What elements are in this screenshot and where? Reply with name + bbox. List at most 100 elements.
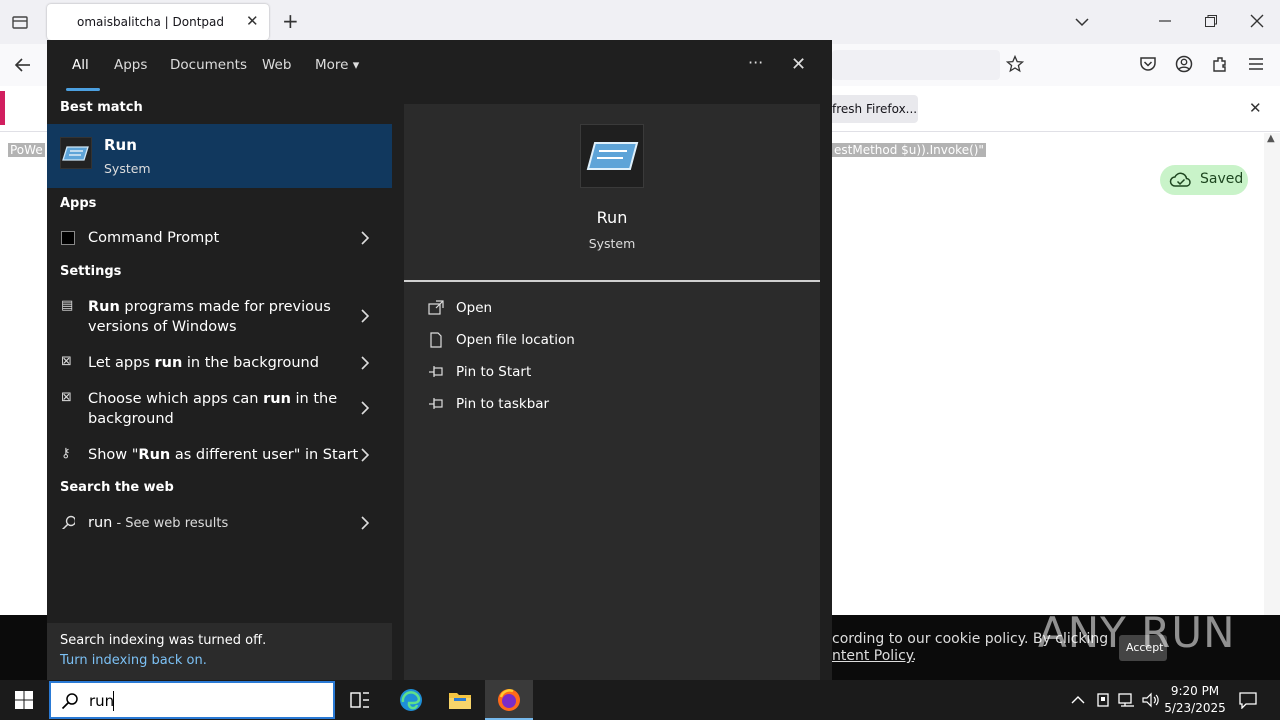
setting-choose-label: Choose which apps can run in the backgrou… xyxy=(88,391,338,427)
code-text-right: estMethod $u)).Invoke()" xyxy=(832,143,986,157)
start-search-panel: All Apps Documents Web More ▾ ··· ✕ Best… xyxy=(47,40,832,680)
code-text-left: PoWe xyxy=(8,143,45,157)
pin-icon xyxy=(429,398,443,409)
cloud-check-icon xyxy=(1169,172,1191,187)
action-pin-start-label: Pin to Start xyxy=(456,364,532,380)
indexing-notice: Search indexing was turned off. Turn ind… xyxy=(47,623,392,680)
edge-icon[interactable] xyxy=(399,688,423,712)
refresh-firefox-button[interactable]: fresh Firefox... xyxy=(820,95,918,123)
search-filter-tabs: All Apps Documents Web More ▾ ··· ✕ xyxy=(47,40,832,92)
saved-label: Saved xyxy=(1200,171,1244,187)
chevron-right-icon[interactable] xyxy=(360,401,370,415)
tab-documents[interactable]: Documents xyxy=(170,57,247,73)
tab-all[interactable]: All xyxy=(72,57,89,73)
chevron-right-icon[interactable] xyxy=(360,516,370,530)
more-options-icon[interactable]: ··· xyxy=(748,53,763,72)
action-pin-taskbar-label: Pin to taskbar xyxy=(456,396,550,412)
web-result-label: run - See web results xyxy=(88,515,229,531)
chevron-right-icon[interactable] xyxy=(360,309,370,323)
indexing-notice-text: Search indexing was turned off. xyxy=(60,633,267,648)
preview-subtitle: System xyxy=(588,236,636,251)
close-notification-icon[interactable]: ✕ xyxy=(1249,99,1262,117)
preview-title: Run xyxy=(596,208,628,227)
close-search-icon[interactable]: ✕ xyxy=(791,54,806,75)
setting-item-compat[interactable]: ▤ Run programs made for previous versions… xyxy=(47,295,392,337)
text-caret xyxy=(113,691,114,711)
file-location-icon xyxy=(430,332,442,348)
settings-heading: Settings xyxy=(60,264,122,279)
setting-bg-label: Let apps run in the background xyxy=(88,355,319,371)
list-tabs-chevron-icon[interactable] xyxy=(1074,14,1090,30)
best-match-subtitle: System xyxy=(104,161,151,176)
tab-web[interactable]: Web xyxy=(262,57,291,73)
tab-more[interactable]: More ▾ xyxy=(315,57,359,73)
tab-apps[interactable]: Apps xyxy=(114,57,147,73)
best-match-result[interactable]: Run System xyxy=(47,124,392,188)
preview-pane: Run System Open Open file location Pin t… xyxy=(404,104,820,680)
chevron-right-icon[interactable] xyxy=(360,356,370,370)
app-item-label: Command Prompt xyxy=(88,230,220,246)
web-result-item[interactable]: run - See web results xyxy=(47,511,392,535)
browser-tab[interactable]: omaisbalitcha | Dontpad ✕ xyxy=(47,4,269,40)
setting-item-run-as[interactable]: ⚷ Show "Run as different user" in Start xyxy=(47,443,392,467)
watermark-logo: ANY RUN xyxy=(1038,608,1236,657)
extensions-icon[interactable] xyxy=(1211,55,1229,73)
minimize-icon[interactable] xyxy=(1158,14,1172,28)
file-explorer-icon[interactable] xyxy=(448,689,472,711)
device-icon[interactable] xyxy=(1095,692,1111,708)
open-icon xyxy=(428,300,444,315)
chevron-right-icon[interactable] xyxy=(360,448,370,462)
chevron-down-icon: ▾ xyxy=(352,58,360,73)
activity-icon: ⊠ xyxy=(61,354,72,369)
run-app-icon xyxy=(60,137,92,169)
person-key-icon: ⚷ xyxy=(61,446,71,461)
best-match-title: Run xyxy=(104,136,137,154)
scroll-up-icon[interactable]: ▲ xyxy=(1267,133,1275,144)
chevron-right-icon[interactable] xyxy=(360,231,370,245)
taskbar-search-box[interactable]: run xyxy=(49,681,335,719)
bookmark-star-icon[interactable] xyxy=(1006,55,1024,73)
network-icon[interactable] xyxy=(1118,692,1136,708)
new-tab-button[interactable]: + xyxy=(282,9,299,33)
taskbar-clock[interactable]: 9:20 PM 5/23/2025 xyxy=(1160,683,1230,717)
restore-icon[interactable] xyxy=(1204,14,1218,28)
action-file-location-label: Open file location xyxy=(456,332,575,348)
web-heading: Search the web xyxy=(60,480,174,495)
setting-item-choose-apps[interactable]: ⊠ Choose which apps can run in the backgr… xyxy=(47,387,392,429)
tray-chevron-up-icon[interactable] xyxy=(1071,694,1085,706)
search-icon xyxy=(61,515,75,529)
pocket-icon[interactable] xyxy=(1139,55,1157,73)
scrollbar[interactable]: ▲ xyxy=(1264,133,1280,615)
turn-indexing-on-link[interactable]: Turn indexing back on. xyxy=(60,653,207,668)
tab-more-label: More xyxy=(315,57,349,73)
close-window-icon[interactable] xyxy=(1250,14,1264,28)
browser-tab-strip: omaisbalitcha | Dontpad ✕ + xyxy=(0,0,1280,44)
setting-runas-label: Show "Run as different user" in Start xyxy=(88,447,359,463)
menu-hamburger-icon[interactable] xyxy=(1248,56,1264,72)
account-icon[interactable] xyxy=(1175,55,1193,73)
setting-item-background-apps[interactable]: ⊠ Let apps run in the background xyxy=(47,351,392,375)
saved-badge: Saved xyxy=(1160,165,1248,195)
cookie-suffix: . xyxy=(912,648,917,664)
firefox-icon xyxy=(498,689,520,711)
back-arrow-icon[interactable] xyxy=(14,56,32,74)
firefox-taskbar-button[interactable] xyxy=(485,680,533,720)
volume-icon[interactable] xyxy=(1142,692,1160,708)
search-input[interactable]: run xyxy=(89,692,114,710)
url-bar[interactable] xyxy=(832,50,1000,80)
preview-divider xyxy=(404,280,820,282)
settings-window-icon: ▤ xyxy=(61,298,74,313)
close-tab-icon[interactable]: ✕ xyxy=(246,12,259,30)
activity-icon: ⊠ xyxy=(61,390,72,405)
tab-overview-icon[interactable] xyxy=(11,13,29,31)
command-prompt-icon xyxy=(61,231,75,245)
action-open-label: Open xyxy=(456,300,493,316)
app-item-command-prompt[interactable]: Command Prompt xyxy=(47,226,392,250)
setting-compat-label: Run programs made for previous versions o… xyxy=(88,299,331,335)
content-policy-link[interactable]: ntent Policy xyxy=(832,648,914,664)
task-view-icon[interactable] xyxy=(350,690,370,710)
clock-date: 5/23/2025 xyxy=(1164,701,1226,715)
notifications-icon[interactable] xyxy=(1239,691,1257,709)
windows-start-icon[interactable] xyxy=(15,691,33,709)
active-tab-indicator xyxy=(66,88,100,91)
